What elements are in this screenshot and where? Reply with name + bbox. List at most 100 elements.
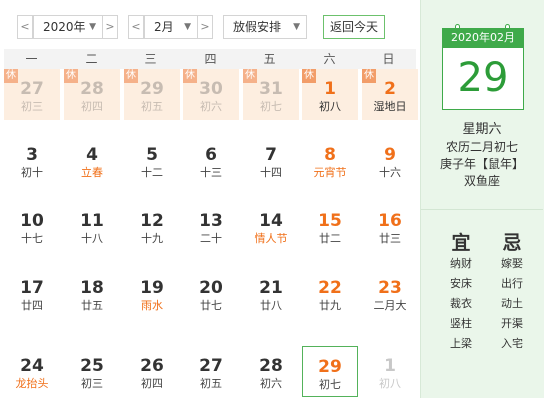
selected-zodiac: 双鱼座 [463,174,500,188]
lunar-date: 初三 [81,377,103,390]
day-cell[interactable]: 8 元宵节 [302,135,358,186]
next-month-button[interactable]: > [197,15,213,39]
day-number: 19 [140,278,164,298]
lunar-date: 廿二 [319,232,341,245]
day-cell[interactable]: 27 初五 [183,346,239,397]
month-select[interactable]: 2月 ▼ [144,15,198,39]
selected-weekday: 星期六 [462,122,502,137]
day-cell[interactable]: 休 1 初八 [302,69,358,120]
day-cell[interactable]: 28 初六 [243,346,299,397]
day-number: 15 [318,211,342,231]
weekday-label: 二 [85,52,98,66]
holiday-select[interactable]: 放假安排 ▼ [223,15,307,39]
day-cell[interactable]: 10 十七 [4,201,60,252]
day-cell[interactable]: 22 廿九 [302,268,358,319]
day-cell[interactable]: 24 龙抬头 [4,346,60,397]
day-cell[interactable]: 休 31 初七 [243,69,299,120]
day-number: 20 [199,278,223,298]
day-cell[interactable]: 休 27 初三 [4,69,60,120]
day-cell-today[interactable]: 29 初七 [302,346,358,397]
day-cell[interactable]: 23 二月大 [362,268,418,319]
day-number: 27 [20,79,44,99]
day-number: 12 [140,211,164,231]
weekday-label: 四 [204,52,217,66]
lunar-date: 湿地日 [373,100,407,113]
day-number: 22 [318,278,342,298]
lunar-date: 初三 [21,100,43,113]
prev-month-button[interactable]: < [128,15,144,39]
day-cell[interactable]: 26 初四 [124,346,180,397]
lunar-date: 初八 [319,100,341,113]
day-cell[interactable]: 19 雨水 [124,268,180,319]
day-cell[interactable]: 4 立春 [64,135,120,186]
day-number: 10 [20,211,44,231]
day-number: 6 [205,145,217,165]
suitable-item: 裁衣 [450,297,472,310]
day-cell[interactable]: 11 十八 [64,201,120,252]
day-cell[interactable]: 5 十二 [124,135,180,186]
weekday-label: 六 [323,52,336,66]
panel-divider [421,209,543,210]
day-cell[interactable]: 12 十九 [124,201,180,252]
year-select-label: 2020年 [43,20,86,34]
lunar-date: 十八 [81,232,103,245]
year-select[interactable]: 2020年 ▼ [33,15,103,39]
day-cell[interactable]: 18 廿五 [64,268,120,319]
day-cell[interactable]: 9 十六 [362,135,418,186]
calendar-toolbar: < 2020年 ▼ > < 2月 ▼ > 放假安排 ▼ 返回今天 [0,0,420,46]
day-number: 9 [384,145,396,165]
weekday-header: 一 二 三 四 五 六 日 [4,49,416,69]
day-cell[interactable]: 20 廿七 [183,268,239,319]
day-number: 14 [259,211,283,231]
lunar-date: 十六 [379,166,401,179]
suitable-item: 上梁 [450,337,472,350]
day-number: 17 [20,278,44,298]
avoid-item: 开渠 [501,317,523,330]
day-cell[interactable]: 休 2 湿地日 [362,69,418,120]
festival-label: 元宵节 [313,166,347,179]
lunar-date: 廿八 [260,299,282,312]
day-cell[interactable]: 15 廿二 [302,201,358,252]
lunar-date: 初五 [141,100,163,113]
day-number: 18 [80,278,104,298]
back-to-today-button[interactable]: 返回今天 [323,15,385,39]
festival-label: 情人节 [254,232,288,245]
day-number: 11 [80,211,104,231]
day-cell[interactable]: 21 廿八 [243,268,299,319]
day-cell[interactable]: 7 十四 [243,135,299,186]
day-cell[interactable]: 14 情人节 [243,201,299,252]
avoid-item: 出行 [501,277,523,290]
day-cell[interactable]: 休 29 初五 [124,69,180,120]
day-cell[interactable]: 3 初十 [4,135,60,186]
lunar-date: 初八 [379,377,401,390]
day-cell[interactable]: 17 廿四 [4,268,60,319]
lunar-date: 初四 [141,377,163,390]
lunar-date: 十三 [200,166,222,179]
weekday-label: 日 [382,52,395,66]
lunar-date: 初十 [21,166,43,179]
lunar-date: 初六 [260,377,282,390]
suitable-title: 宜 [451,232,471,254]
weekday-label: 五 [263,52,276,66]
day-cell[interactable]: 25 初三 [64,346,120,397]
holiday-select-label: 放假安排 [233,20,282,34]
lunar-date: 廿九 [319,299,341,312]
next-year-button[interactable]: > [102,15,118,39]
day-cell[interactable]: 1 初八 [362,346,418,397]
prev-year-button[interactable]: < [17,15,33,39]
day-number: 16 [378,211,402,231]
day-cell[interactable]: 13 二十 [183,201,239,252]
day-cell[interactable]: 6 十三 [183,135,239,186]
day-number: 29 [140,79,164,99]
festival-label: 雨水 [141,299,163,312]
day-cell[interactable]: 休 30 初六 [183,69,239,120]
day-cell[interactable]: 16 廿三 [362,201,418,252]
month-select-label: 2月 [154,20,174,34]
lunar-date: 初四 [81,100,103,113]
lunar-date: 二十 [200,232,222,245]
selected-day-number: 29 [442,48,524,110]
day-number: 26 [140,356,164,376]
weekday-label: 一 [25,52,38,66]
day-cell[interactable]: 休 28 初四 [64,69,120,120]
day-number: 21 [259,278,283,298]
